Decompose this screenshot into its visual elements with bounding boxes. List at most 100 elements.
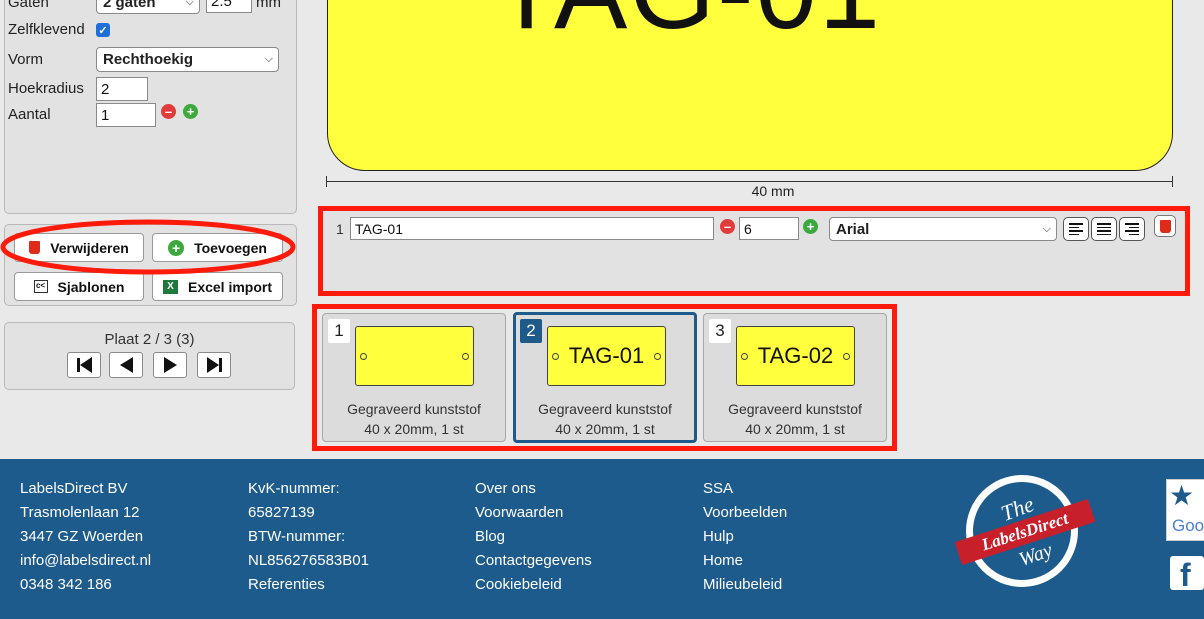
plate-material: Gegraveerd kunststof — [728, 401, 862, 417]
delete-line-button[interactable] — [1154, 215, 1176, 237]
kvk-number: 65827139 — [248, 504, 315, 521]
dimension-line — [327, 181, 1173, 182]
font-size-value: 6 — [744, 220, 752, 237]
hole-left — [360, 353, 367, 360]
dimension-label: 40 mm — [751, 183, 795, 199]
plate-thumbnail — [355, 326, 474, 386]
logo-inner-ring: The LabelsDirect Way — [954, 480, 1096, 582]
excel-import-button[interactable]: X Excel import — [152, 272, 283, 301]
help-link[interactable]: Hulp — [703, 525, 787, 549]
star-icon: ★ — [1169, 480, 1195, 511]
plate-material: Gegraveerd kunststof — [347, 401, 481, 417]
corner-radius-label: Hoekradius — [8, 80, 84, 97]
quantity-increase-button[interactable]: + — [183, 104, 198, 119]
excel-import-button-label: Excel import — [187, 278, 273, 295]
plate-thumbnail-text: TAG-01 — [568, 343, 645, 368]
about-link[interactable]: Over ons — [475, 477, 592, 501]
plate-spec: 40 x 20mm, 1 st — [745, 421, 845, 437]
pager-text: Plaat 2 / 3 (3) — [104, 331, 195, 348]
align-left-button[interactable] — [1063, 217, 1089, 241]
labelsdirect-way-logo[interactable]: The LabelsDirect Way — [954, 475, 1096, 587]
holes-select[interactable]: 2 gaten ⌵ — [96, 0, 200, 14]
kvk-label: KvK-nummer: — [248, 480, 340, 497]
plate-thumbnail: TAG-02 — [736, 326, 855, 386]
font-size-decrease-button[interactable]: – — [720, 219, 735, 234]
skip-last-icon — [206, 357, 222, 373]
hole-left — [741, 353, 748, 360]
company-name: LabelsDirect BV — [20, 480, 128, 497]
examples-link[interactable]: Voorbeelden — [703, 501, 787, 525]
previous-page-button[interactable] — [109, 352, 143, 378]
references-link[interactable]: Referenties — [248, 573, 369, 597]
plate-spec: 40 x 20mm, 1 st — [364, 421, 464, 437]
shape-select[interactable]: Rechthoekig ⌵ — [96, 47, 279, 72]
holes-label: Gaten — [8, 0, 49, 11]
hole-size-value: 2.5 — [211, 0, 232, 10]
plate-card-1[interactable]: 1 Gegraveerd kunststof 40 x 20mm, 1 st — [322, 313, 506, 442]
corner-radius-input[interactable]: 2 — [96, 77, 148, 101]
self-adhesive-checkbox[interactable]: ✓ — [96, 23, 110, 37]
plate-card-3[interactable]: 3 TAG-02 Gegraveerd kunststof 40 x 20mm,… — [703, 313, 887, 442]
quantity-input[interactable]: 1 — [96, 103, 156, 127]
blog-link[interactable]: Blog — [475, 525, 592, 549]
ssa-link[interactable]: SSA — [703, 477, 787, 501]
home-link[interactable]: Home — [703, 549, 787, 573]
dimension-tick-left — [326, 176, 327, 187]
font-size-input[interactable]: 6 — [739, 217, 799, 240]
triangle-left-icon — [119, 357, 133, 373]
annotation-ellipse — [0, 219, 296, 275]
plate-number: 3 — [709, 319, 731, 343]
align-center-button[interactable] — [1091, 217, 1117, 241]
hole-right — [654, 353, 661, 360]
holes-select-value: 2 gaten — [103, 0, 156, 11]
plate-thumbnail-text: TAG-02 — [757, 343, 834, 368]
company-email-link[interactable]: info@labelsdirect.nl — [20, 549, 151, 573]
hole-size-input[interactable]: 2.5 — [206, 0, 252, 13]
trash-icon — [1159, 219, 1171, 233]
first-page-button[interactable] — [67, 352, 101, 378]
template-icon: c< — [33, 280, 48, 293]
plate-card-2[interactable]: 2 TAG-01 Gegraveerd kunststof 40 x 20mm,… — [513, 312, 697, 443]
corner-radius-value: 2 — [101, 80, 110, 98]
quantity-decrease-button[interactable]: – — [161, 104, 176, 119]
hole-right — [843, 353, 850, 360]
plate-number: 2 — [520, 319, 542, 343]
cookie-policy-link[interactable]: Cookiebeleid — [475, 573, 592, 597]
hole-size-unit: mm — [256, 0, 281, 11]
font-select-value: Arial — [836, 220, 870, 238]
review-badge-text: Goo — [1172, 516, 1204, 535]
font-select[interactable]: Arial ⌵ — [829, 217, 1057, 241]
footer-links-2: SSA Voorbeelden Hulp Home Milieubeleid — [703, 477, 787, 597]
hole-left — [552, 353, 559, 360]
chevron-down-icon: ⌵ — [1042, 222, 1051, 235]
environment-policy-link[interactable]: Milieubeleid — [703, 573, 787, 597]
text-line-input[interactable]: TAG-01 — [350, 217, 714, 240]
shape-select-value: Rechthoekig — [103, 51, 194, 68]
footer-registration: KvK-nummer: 65827139 BTW-nummer: NL85627… — [248, 477, 369, 597]
btw-label: BTW-nummer: — [248, 528, 346, 545]
plate-spec: 40 x 20mm, 1 st — [555, 421, 655, 437]
next-page-button[interactable] — [153, 352, 187, 378]
company-phone-link[interactable]: 0348 342 186 — [20, 573, 151, 597]
tag-preview-text: TAG-01 — [493, 0, 882, 54]
footer-company: LabelsDirect BV Trasmolenlaan 12 3447 GZ… — [20, 477, 151, 597]
terms-link[interactable]: Voorwaarden — [475, 501, 592, 525]
dimension-tick-right — [1172, 176, 1173, 187]
review-badge[interactable]: ★ Goo — [1166, 479, 1204, 541]
text-line-index: 1 — [336, 221, 344, 237]
facebook-icon[interactable]: f — [1170, 556, 1204, 590]
chevron-down-icon: ⌵ — [185, 0, 194, 8]
hole-right — [462, 353, 469, 360]
plate-number: 1 — [328, 319, 350, 343]
font-size-increase-button[interactable]: + — [803, 219, 818, 234]
templates-button[interactable]: c< Sjablonen — [14, 272, 144, 301]
excel-icon: X — [162, 279, 178, 294]
templates-button-label: Sjablonen — [57, 278, 125, 295]
contact-link[interactable]: Contactgegevens — [475, 549, 592, 573]
quantity-label: Aantal — [8, 106, 51, 123]
triangle-right-icon — [163, 357, 177, 373]
btw-number: NL856276583B01 — [248, 552, 369, 569]
tag-preview: TAG-01 — [327, 0, 1173, 171]
last-page-button[interactable] — [197, 352, 231, 378]
align-right-button[interactable] — [1119, 217, 1145, 241]
